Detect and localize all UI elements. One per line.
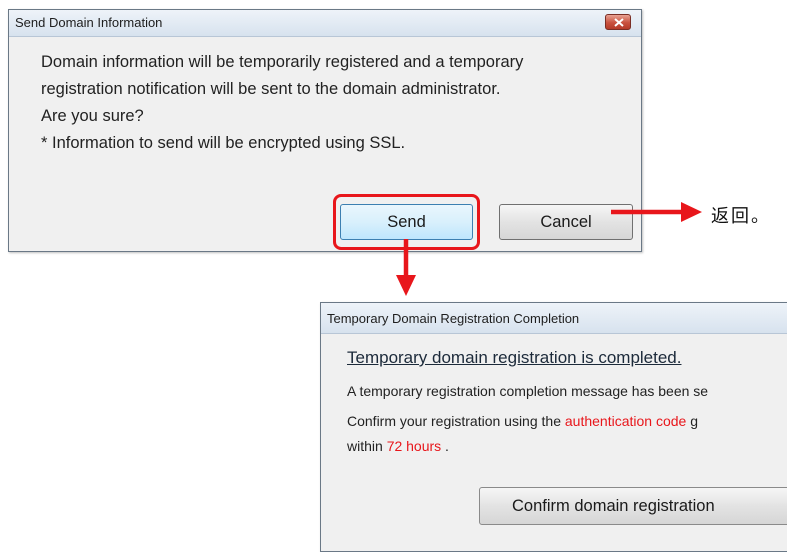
message-text: . bbox=[441, 438, 449, 454]
completion-heading: Temporary domain registration is complet… bbox=[347, 348, 682, 367]
dialog-titlebar[interactable]: Temporary Domain Registration Completion bbox=[321, 303, 787, 334]
message-text: g bbox=[686, 413, 698, 429]
confirm-domain-registration-button[interactable]: Confirm domain registration bbox=[479, 487, 787, 525]
arrow-icon bbox=[396, 239, 416, 296]
message-text: Confirm your registration using the bbox=[347, 413, 565, 429]
arrow-icon bbox=[611, 202, 702, 222]
deadline-text: 72 hours bbox=[386, 438, 442, 454]
return-annotation: 返回。 bbox=[711, 206, 771, 227]
message-text: within bbox=[347, 438, 387, 454]
authentication-code-text: authentication code bbox=[564, 413, 687, 429]
message-line: within 72 hours . bbox=[347, 438, 449, 454]
dialog-title: Temporary Domain Registration Completion bbox=[327, 311, 580, 326]
message-line: A temporary registration completion mess… bbox=[347, 383, 709, 399]
message-line: Confirm your registration using the auth… bbox=[347, 413, 698, 429]
temporary-domain-registration-dialog: Temporary Domain Registration Completion… bbox=[320, 302, 787, 552]
